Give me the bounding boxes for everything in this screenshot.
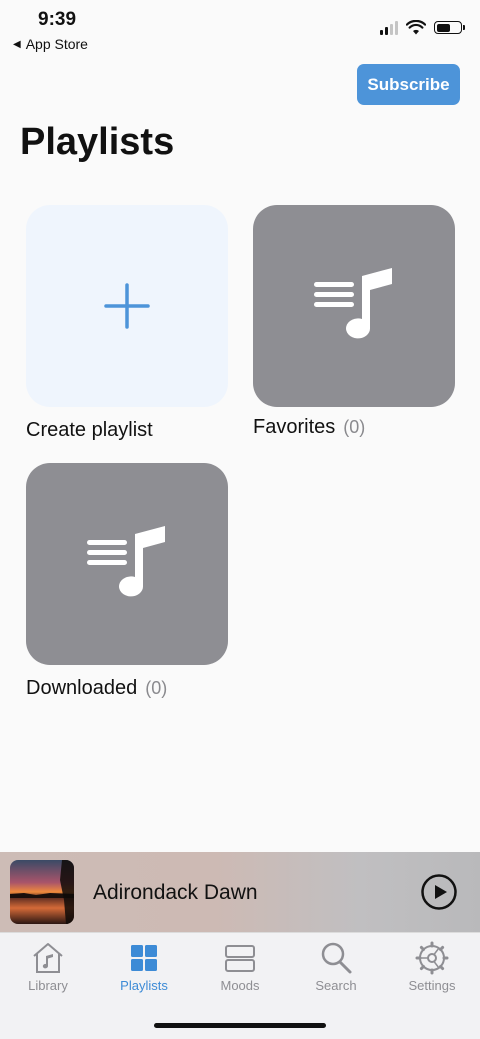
play-circle-icon[interactable] bbox=[421, 874, 457, 910]
back-app-label: App Store bbox=[25, 36, 88, 52]
create-playlist-artwork[interactable] bbox=[26, 205, 228, 407]
tile-label: Create playlist bbox=[26, 419, 228, 442]
downloaded-artwork[interactable] bbox=[26, 463, 228, 665]
status-icons bbox=[380, 20, 465, 35]
plus-icon bbox=[104, 283, 150, 329]
downloaded-count: (0) bbox=[145, 678, 168, 698]
tab-label: Search bbox=[315, 978, 357, 993]
library-house-icon bbox=[33, 943, 63, 973]
create-playlist-label: Create playlist bbox=[26, 419, 153, 441]
tab-search[interactable]: Search bbox=[288, 941, 384, 993]
search-icon bbox=[321, 942, 352, 974]
tab-label: Settings bbox=[408, 978, 456, 993]
album-art[interactable] bbox=[10, 860, 74, 924]
page-title: Playlists bbox=[20, 121, 175, 163]
tab-moods[interactable]: Moods bbox=[192, 941, 288, 993]
grid-icon bbox=[131, 945, 157, 971]
back-to-app-store-link[interactable]: ◀ App Store bbox=[13, 36, 88, 52]
now-playing-title: Adirondack Dawn bbox=[93, 881, 258, 904]
create-playlist-tile[interactable]: Create playlist bbox=[26, 205, 228, 442]
mini-player[interactable]: Adirondack Dawn bbox=[0, 852, 480, 932]
status-bar: 9:39 ◀ App Store bbox=[0, 0, 480, 60]
favorites-count: (0) bbox=[343, 417, 366, 437]
status-time: 9:39 bbox=[38, 9, 77, 30]
tile-label: Downloaded (0) bbox=[26, 677, 228, 700]
favorites-artwork[interactable] bbox=[253, 205, 455, 407]
favorites-playlist-tile[interactable]: Favorites (0) bbox=[253, 205, 455, 439]
music-list-icon bbox=[87, 526, 165, 597]
favorites-label: Favorites bbox=[253, 416, 336, 438]
downloaded-label: Downloaded bbox=[26, 677, 138, 699]
tab-library[interactable]: Library bbox=[0, 941, 96, 993]
moods-icon bbox=[225, 945, 255, 972]
tab-label: Playlists bbox=[120, 978, 168, 993]
gear-icon bbox=[415, 941, 449, 975]
music-list-icon bbox=[314, 268, 392, 339]
cellular-signal-icon bbox=[380, 20, 398, 35]
tile-label: Favorites (0) bbox=[253, 416, 455, 439]
wifi-icon bbox=[406, 20, 426, 35]
home-indicator bbox=[154, 1023, 326, 1028]
tab-settings[interactable]: Settings bbox=[384, 941, 480, 993]
tab-playlists[interactable]: Playlists bbox=[96, 941, 192, 993]
downloaded-playlist-tile[interactable]: Downloaded (0) bbox=[26, 463, 228, 700]
tab-label: Moods bbox=[220, 978, 260, 993]
battery-icon bbox=[434, 21, 465, 34]
subscribe-button[interactable]: Subscribe bbox=[357, 64, 460, 105]
tab-label: Library bbox=[28, 978, 68, 993]
back-caret-icon: ◀ bbox=[13, 38, 21, 50]
